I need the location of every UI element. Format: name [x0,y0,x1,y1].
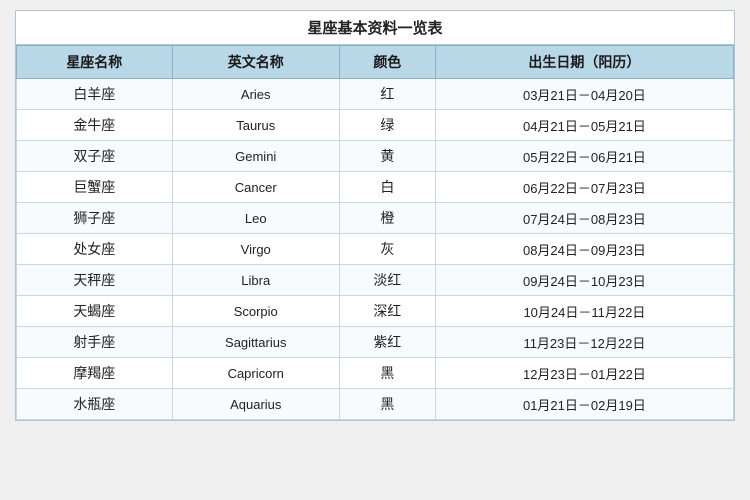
cell-date: 12月23日－01月22日 [435,358,733,389]
table-row: 水瓶座Aquarius黑01月21日－02月19日 [17,389,734,420]
cell-english: Capricorn [172,358,339,389]
cell-chinese: 巨蟹座 [17,172,173,203]
cell-color: 绿 [339,110,435,141]
cell-date: 09月24日－10月23日 [435,265,733,296]
cell-color: 红 [339,79,435,110]
cell-date: 11月23日－12月22日 [435,327,733,358]
cell-color: 淡红 [339,265,435,296]
table-row: 白羊座Aries红03月21日－04月20日 [17,79,734,110]
table-header-row: 星座名称 英文名称 颜色 出生日期（阳历） [17,46,734,79]
cell-color: 橙 [339,203,435,234]
cell-date: 05月22日－06月21日 [435,141,733,172]
cell-color: 紫红 [339,327,435,358]
cell-chinese: 狮子座 [17,203,173,234]
cell-color: 白 [339,172,435,203]
cell-english: Taurus [172,110,339,141]
table-row: 射手座Sagittarius紫红11月23日－12月22日 [17,327,734,358]
header-english: 英文名称 [172,46,339,79]
cell-english: Virgo [172,234,339,265]
cell-english: Sagittarius [172,327,339,358]
header-color: 颜色 [339,46,435,79]
table-row: 处女座Virgo灰08月24日－09月23日 [17,234,734,265]
cell-color: 黑 [339,358,435,389]
cell-date: 01月21日－02月19日 [435,389,733,420]
cell-chinese: 射手座 [17,327,173,358]
cell-date: 07月24日－08月23日 [435,203,733,234]
cell-chinese: 处女座 [17,234,173,265]
cell-english: Cancer [172,172,339,203]
cell-date: 06月22日－07月23日 [435,172,733,203]
cell-date: 08月24日－09月23日 [435,234,733,265]
cell-english: Scorpio [172,296,339,327]
cell-chinese: 金牛座 [17,110,173,141]
cell-date: 10月24日－11月22日 [435,296,733,327]
cell-chinese: 水瓶座 [17,389,173,420]
table-title: 星座基本资料一览表 [16,11,734,45]
table-row: 双子座Gemini黄05月22日－06月21日 [17,141,734,172]
cell-color: 深红 [339,296,435,327]
table-row: 巨蟹座Cancer白06月22日－07月23日 [17,172,734,203]
cell-color: 灰 [339,234,435,265]
cell-chinese: 摩羯座 [17,358,173,389]
header-date: 出生日期（阳历） [435,46,733,79]
cell-english: Aries [172,79,339,110]
zodiac-table-container: 星座基本资料一览表 星座名称 英文名称 颜色 出生日期（阳历） 白羊座Aries… [15,10,735,421]
cell-chinese: 天蝎座 [17,296,173,327]
cell-english: Leo [172,203,339,234]
table-row: 金牛座Taurus绿04月21日－05月21日 [17,110,734,141]
cell-english: Gemini [172,141,339,172]
header-chinese: 星座名称 [17,46,173,79]
zodiac-table: 星座名称 英文名称 颜色 出生日期（阳历） 白羊座Aries红03月21日－04… [16,45,734,420]
cell-english: Libra [172,265,339,296]
cell-date: 04月21日－05月21日 [435,110,733,141]
cell-chinese: 双子座 [17,141,173,172]
cell-english: Aquarius [172,389,339,420]
cell-date: 03月21日－04月20日 [435,79,733,110]
cell-chinese: 天秤座 [17,265,173,296]
cell-chinese: 白羊座 [17,79,173,110]
table-row: 摩羯座Capricorn黑12月23日－01月22日 [17,358,734,389]
table-row: 天秤座Libra淡红09月24日－10月23日 [17,265,734,296]
table-row: 狮子座Leo橙07月24日－08月23日 [17,203,734,234]
table-row: 天蝎座Scorpio深红10月24日－11月22日 [17,296,734,327]
cell-color: 黑 [339,389,435,420]
cell-color: 黄 [339,141,435,172]
